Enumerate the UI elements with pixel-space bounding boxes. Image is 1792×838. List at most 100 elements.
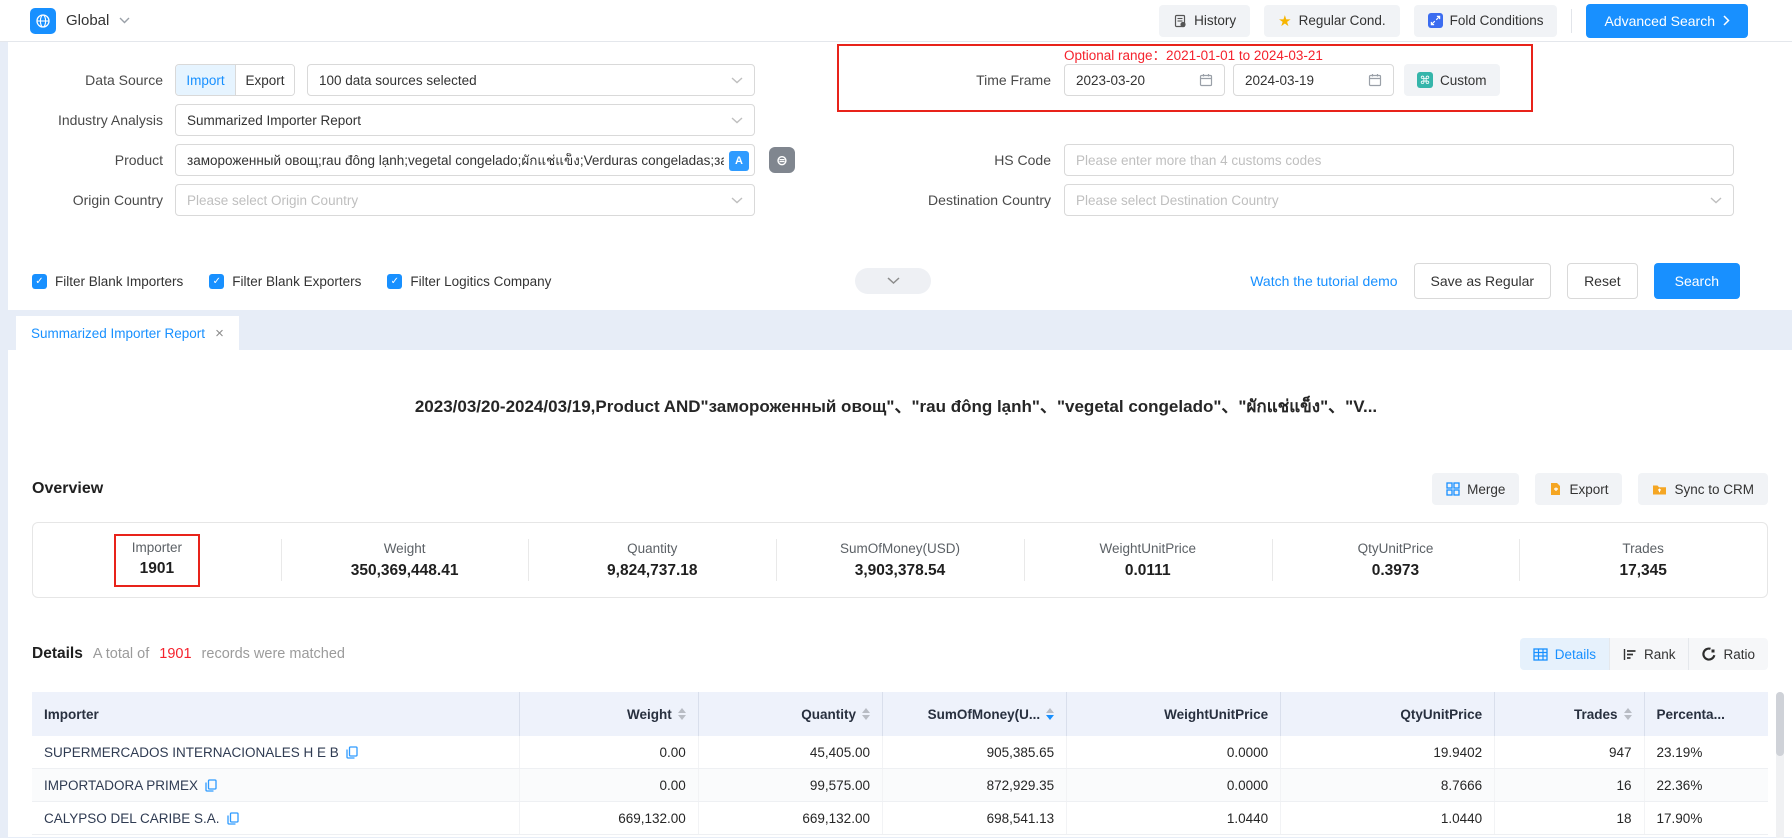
origin-select[interactable]: Please select Origin Country [175, 184, 755, 216]
destination-select[interactable]: Please select Destination Country [1064, 184, 1734, 216]
search-button[interactable]: Search [1654, 263, 1740, 299]
close-icon[interactable]: × [215, 325, 224, 342]
table-row[interactable]: CALYPSO DEL CARIBE S.A. 669,132.00 669,1… [32, 802, 1768, 835]
chevron-down-icon [731, 197, 743, 204]
hs-code-field[interactable] [1064, 144, 1734, 176]
product-input[interactable] [187, 153, 724, 168]
stat-label: Importer [132, 540, 182, 555]
advanced-search-button[interactable]: Advanced Search [1586, 4, 1748, 38]
importer-link[interactable]: SUPERMERCADOS INTERNACIONALES H E B [44, 745, 358, 760]
import-tab[interactable]: Import [176, 65, 235, 95]
cell-trades: 18 [1495, 802, 1644, 834]
cell-sum-of-money: 905,385.65 [883, 736, 1067, 768]
filter-row: ✓ Filter Blank Importers ✓ Filter Blank … [32, 264, 551, 298]
start-date-input[interactable] [1076, 73, 1199, 88]
copy-icon[interactable] [227, 812, 239, 825]
table-row[interactable]: SUPERMERCADOS INTERNACIONALES H E B 0.00… [32, 736, 1768, 769]
tutorial-link[interactable]: Watch the tutorial demo [1250, 273, 1397, 289]
filter-logitics-company-checkbox[interactable]: ✓ Filter Logitics Company [387, 274, 551, 289]
sync-to-crm-button[interactable]: Sync to CRM [1638, 473, 1768, 505]
fold-conditions-button[interactable]: Fold Conditions [1414, 5, 1558, 37]
collapse-form-button[interactable] [855, 268, 931, 294]
view-rank-label: Rank [1644, 647, 1676, 662]
table-scrollbar[interactable] [1776, 692, 1784, 838]
cell-weight-unit-price: 1.0440 [1067, 802, 1281, 834]
table-row[interactable]: IMPORTADORA PRIMEX 0.00 99,575.00 872,92… [32, 769, 1768, 802]
copy-icon[interactable] [346, 746, 358, 759]
col-trades[interactable]: Trades [1495, 692, 1644, 736]
cell-sum-of-money: 698,541.13 [883, 802, 1067, 834]
data-source-row: Data Source Import Export 100 data sourc… [8, 64, 755, 96]
cell-weight-unit-price: 0.0000 [1067, 769, 1281, 801]
industry-select[interactable]: Summarized Importer Report [175, 104, 755, 136]
hs-code-input[interactable] [1076, 153, 1722, 168]
col-sum-of-money[interactable]: SumOfMoney(U... [883, 692, 1067, 736]
filter-blank-importers-checkbox[interactable]: ✓ Filter Blank Importers [32, 274, 183, 289]
col-percentage[interactable]: Percenta... [1645, 692, 1768, 736]
col-qty-unit-price[interactable]: QtyUnitPrice [1281, 692, 1495, 736]
sort-icon[interactable] [678, 708, 686, 720]
regular-cond-label: Regular Cond. [1299, 13, 1386, 28]
view-rank-button[interactable]: Rank [1609, 638, 1689, 670]
end-date-input[interactable] [1245, 73, 1368, 88]
overview-stats-card: Importer 1901 Weight 350,369,448.41 Quan… [32, 522, 1768, 598]
importer-link[interactable]: CALYPSO DEL CARIBE S.A. [44, 811, 239, 826]
view-ratio-button[interactable]: Ratio [1688, 638, 1768, 670]
regular-cond-button[interactable]: ★ Regular Cond. [1264, 5, 1400, 37]
calendar-icon [1368, 73, 1382, 87]
col-importer[interactable]: Importer [32, 692, 520, 736]
topbar: Global History ★ Regular Cond. Fold Cond… [0, 0, 1792, 42]
sort-icon[interactable] [862, 708, 870, 720]
chevron-down-icon [731, 77, 743, 84]
custom-label: Custom [1440, 73, 1487, 88]
end-date-picker[interactable] [1233, 64, 1394, 96]
topbar-divider [1571, 9, 1572, 33]
region-selector[interactable]: Global [30, 8, 130, 34]
chevron-right-icon [1723, 15, 1730, 26]
table-icon [1533, 648, 1548, 661]
reset-button[interactable]: Reset [1567, 263, 1638, 299]
cell-weight: 0.00 [520, 769, 699, 801]
stat-label: Quantity [627, 541, 677, 556]
export-button[interactable]: Export [1535, 473, 1622, 505]
cell-qty-unit-price: 1.0440 [1281, 802, 1495, 834]
save-as-regular-button[interactable]: Save as Regular [1414, 263, 1552, 299]
scrollbar-thumb[interactable] [1776, 692, 1784, 756]
sort-icon[interactable] [1624, 708, 1632, 720]
details-title: Details [32, 645, 83, 663]
tab-summarized-importer-report[interactable]: Summarized Importer Report × [16, 316, 239, 350]
stat-label: QtyUnitPrice [1358, 541, 1434, 556]
hs-code-label: HS Code [818, 152, 1051, 168]
col-label: Percenta... [1657, 707, 1725, 722]
history-button[interactable]: History [1159, 5, 1250, 37]
translate-icon: A [729, 151, 749, 171]
stat-weight-unit-price: WeightUnitPrice 0.0111 [1024, 523, 1272, 597]
col-weight[interactable]: Weight [520, 692, 699, 736]
stat-value: 0.0111 [1125, 562, 1171, 580]
data-sources-select[interactable]: 100 data sources selected [307, 64, 755, 96]
view-details-label: Details [1555, 647, 1596, 662]
export-label: Export [1569, 482, 1608, 497]
star-icon: ★ [1278, 12, 1291, 30]
stat-value: 9,824,737.18 [607, 562, 698, 580]
start-date-picker[interactable] [1064, 64, 1225, 96]
filter-label: Filter Logitics Company [410, 274, 551, 289]
export-tab[interactable]: Export [235, 65, 294, 95]
col-quantity[interactable]: Quantity [699, 692, 883, 736]
col-weight-unit-price[interactable]: WeightUnitPrice [1067, 692, 1281, 736]
cell-percentage: 22.36% [1645, 769, 1768, 801]
origin-row: Origin Country Please select Origin Coun… [8, 184, 755, 216]
sort-icon-active-desc[interactable] [1046, 708, 1054, 720]
importer-link[interactable]: IMPORTADORA PRIMEX [44, 778, 217, 793]
exact-match-icon[interactable]: ⊜ [769, 147, 795, 173]
filter-blank-exporters-checkbox[interactable]: ✓ Filter Blank Exporters [209, 274, 361, 289]
copy-icon[interactable] [205, 779, 217, 792]
custom-icon: ⌘ [1417, 72, 1433, 88]
custom-range-button[interactable]: ⌘ Custom [1404, 64, 1500, 96]
product-field[interactable]: A [175, 144, 755, 176]
details-summary: Details A total of 1901 records were mat… [24, 645, 345, 663]
merge-button[interactable]: Merge [1432, 473, 1519, 505]
stat-weight: Weight 350,369,448.41 [281, 523, 529, 597]
checkbox-checked-icon: ✓ [32, 274, 47, 289]
view-details-button[interactable]: Details [1520, 638, 1609, 670]
